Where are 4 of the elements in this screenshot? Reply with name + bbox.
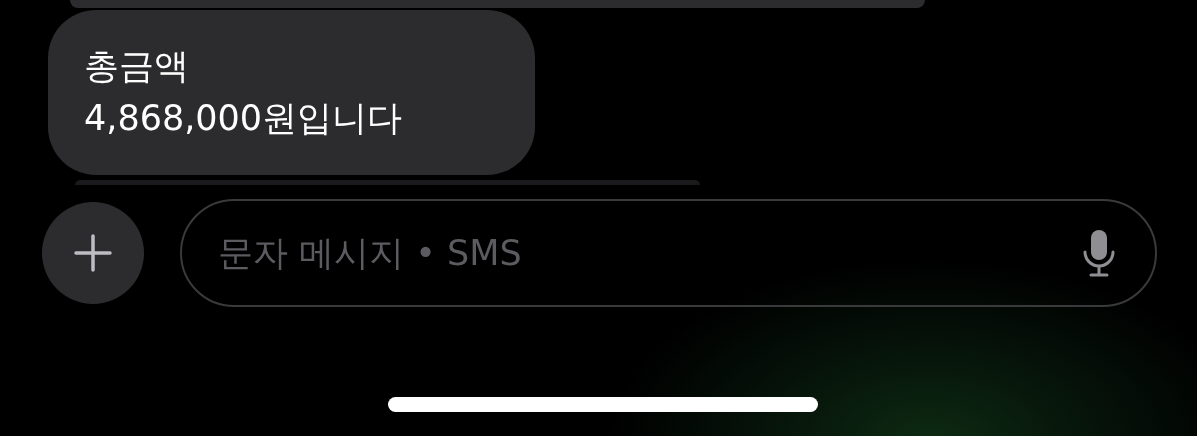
plus-icon	[73, 233, 113, 273]
microphone-icon	[1081, 228, 1117, 278]
message-bubble: 총금액 4,868,000원입니다	[48, 10, 535, 175]
message-input-field[interactable]: 문자 메시지 • SMS	[180, 199, 1157, 307]
